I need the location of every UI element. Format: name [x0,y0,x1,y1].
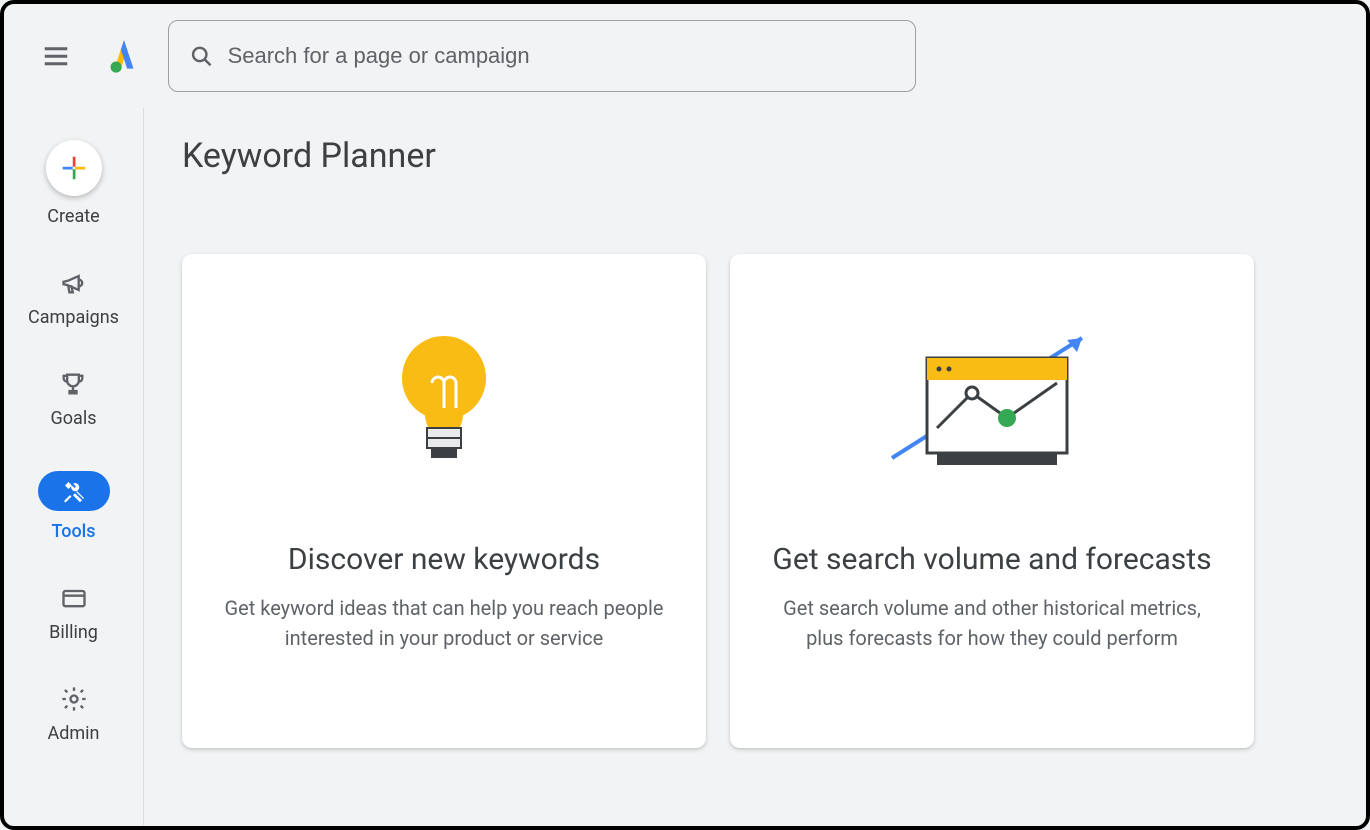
sidebar-active-pill [38,471,110,511]
sidebar-label-goals: Goals [51,408,97,429]
search-input[interactable] [228,43,895,69]
lightbulb-icon [389,328,499,478]
card-search-volume-forecasts[interactable]: Get search volume and forecasts Get sear… [730,254,1254,748]
card-subtitle: Get search volume and other historical m… [770,593,1214,653]
search-box[interactable] [168,20,916,92]
search-icon [189,43,214,69]
app-logo[interactable] [104,36,144,76]
sidebar-item-billing[interactable]: Billing [49,584,98,643]
plus-icon [59,153,89,183]
tools-icon [62,479,86,503]
forecast-chart-icon [877,328,1107,478]
ads-logo-icon [105,37,143,75]
page-title: Keyword Planner [182,136,1328,176]
gear-icon [60,685,88,713]
sidebar-label-tools: Tools [51,521,95,542]
lightbulb-illustration [389,318,499,488]
sidebar-item-goals[interactable]: Goals [51,370,97,429]
sidebar-label-campaigns: Campaigns [28,307,119,328]
menu-button[interactable] [32,32,80,80]
card-subtitle: Get keyword ideas that can help you reac… [222,593,666,653]
cards-row: Discover new keywords Get keyword ideas … [182,254,1328,748]
sidebar-item-admin[interactable]: Admin [48,685,100,744]
card-title: Discover new keywords [288,540,600,579]
sidebar-item-tools[interactable]: Tools [38,471,110,542]
chart-illustration [877,318,1107,488]
sidebar: Create Campaigns Goals Tools [4,108,144,826]
card-discover-keywords[interactable]: Discover new keywords Get keyword ideas … [182,254,706,748]
card-icon [60,584,88,612]
sidebar-label-billing: Billing [49,622,98,643]
megaphone-icon [60,269,88,297]
main-content: Keyword Planner Dis [144,108,1366,826]
sidebar-item-campaigns[interactable]: Campaigns [28,269,119,328]
sidebar-label-admin: Admin [48,723,100,744]
hamburger-icon [41,41,71,71]
sidebar-item-create[interactable]: Create [46,140,102,227]
sidebar-label-create: Create [47,206,99,227]
topbar [4,4,1366,108]
trophy-icon [59,370,87,398]
create-button[interactable] [46,140,102,196]
card-title: Get search volume and forecasts [772,540,1211,579]
